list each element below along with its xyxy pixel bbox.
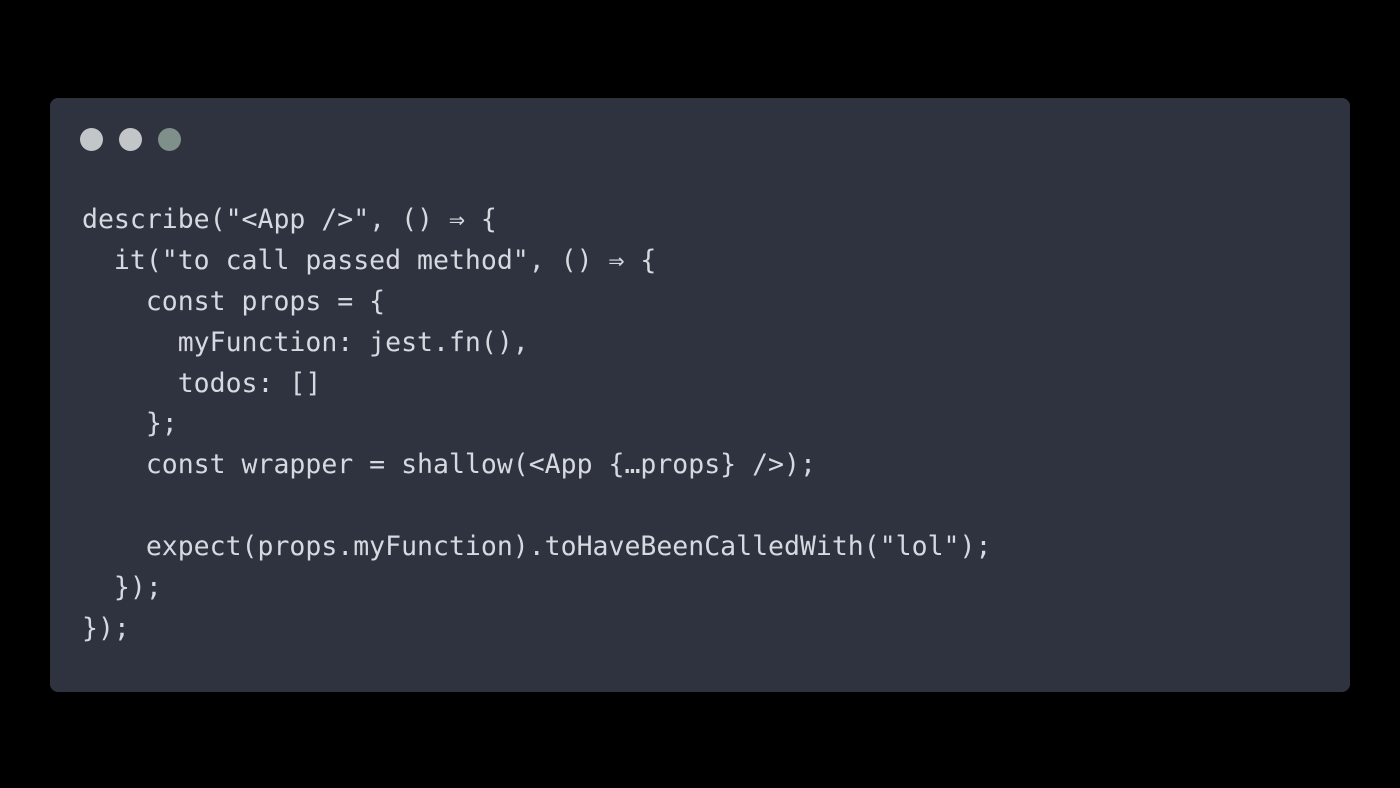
code-line: describe("<App />", () ⇒ { — [82, 204, 497, 235]
close-dot[interactable] — [80, 128, 103, 151]
code-line: myFunction: jest.fn(), — [82, 326, 529, 358]
code-block: describe("<App />", () ⇒ { it("to call p… — [82, 200, 991, 650]
window-controls — [80, 128, 181, 151]
code-line: const wrapper = shallow(<App {…props} />… — [82, 449, 816, 481]
minimize-dot[interactable] — [119, 128, 142, 151]
code-line: it("to call passed method", () ⇒ { — [82, 244, 657, 276]
code-line: const props = { — [82, 285, 386, 317]
code-line: expect(props.myFunction).toHaveBeenCalle… — [82, 531, 992, 563]
code-line: }; — [82, 408, 178, 440]
code-line: }); — [82, 612, 130, 644]
maximize-dot[interactable] — [158, 128, 181, 151]
code-line: todos: [] — [82, 367, 322, 399]
code-line: }); — [82, 572, 162, 604]
